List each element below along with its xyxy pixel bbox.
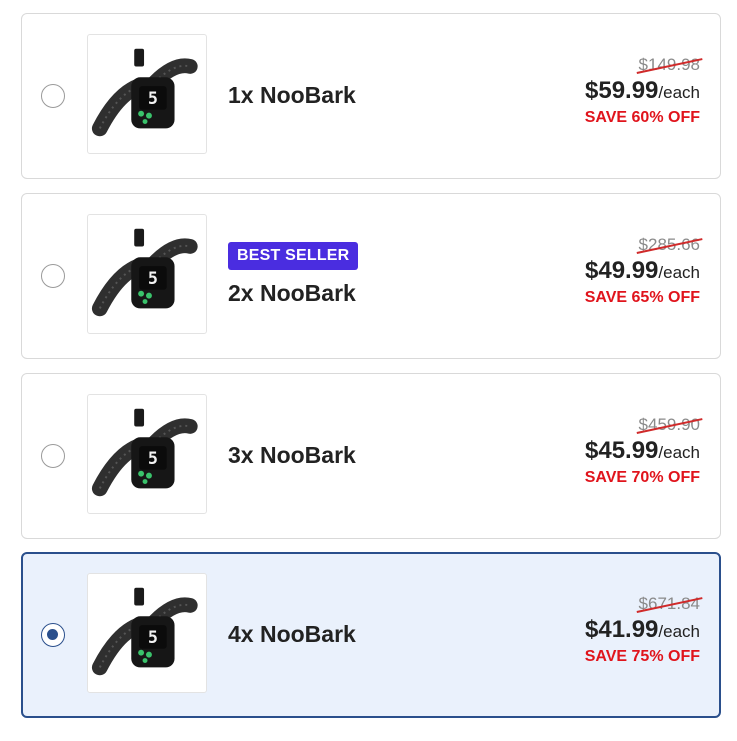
price-unit: /each — [658, 83, 700, 102]
price-unit: /each — [658, 622, 700, 641]
svg-text:5: 5 — [148, 627, 158, 647]
price-block: $149.98 $59.99/each SAVE 60% OFF — [584, 55, 703, 127]
svg-text:5: 5 — [148, 448, 158, 468]
original-price: $671.84 — [636, 594, 703, 614]
sale-price: $49.99 — [585, 257, 659, 284]
bark-collar-icon: 5 — [91, 48, 198, 137]
bark-collar-icon: 5 — [91, 408, 198, 497]
price-block: $459.90 $45.99/each SAVE 70% OFF — [584, 415, 703, 487]
bark-collar-icon: 5 — [91, 228, 198, 317]
price-unit: /each — [658, 443, 700, 462]
savings-label: SAVE 60% OFF — [584, 109, 700, 126]
product-image: 5 — [87, 214, 207, 334]
product-name: 1x NooBark — [228, 82, 356, 108]
bundle-option-2[interactable]: 5 BEST SELLER 2x NooBark $285.66 $49.99/… — [21, 193, 721, 359]
price-unit: /each — [658, 263, 700, 282]
sale-price: $45.99 — [585, 437, 659, 464]
product-name: 3x NooBark — [228, 442, 356, 468]
option-radio[interactable] — [41, 444, 65, 468]
product-image: 5 — [87, 34, 207, 154]
bundle-option-4[interactable]: 5 4x NooBark $671.84 $41.99/each SAVE 75… — [21, 552, 721, 718]
option-radio[interactable] — [41, 264, 65, 288]
sale-price: $59.99 — [585, 77, 659, 104]
savings-label: SAVE 70% OFF — [584, 469, 700, 486]
best-seller-badge: BEST SELLER — [228, 242, 359, 270]
svg-text:5: 5 — [148, 268, 158, 288]
product-name: 2x NooBark — [228, 280, 356, 306]
bundle-option-list: 5 1x NooBark $149.98 $59.99/each SAVE 60… — [0, 0, 737, 741]
product-image: 5 — [87, 394, 207, 514]
original-price: $149.98 — [636, 55, 703, 75]
bundle-option-3[interactable]: 5 3x NooBark $459.90 $45.99/each SAVE 70… — [21, 373, 721, 539]
option-radio-selected[interactable] — [41, 623, 65, 647]
product-image: 5 — [87, 573, 207, 693]
product-name: 4x NooBark — [228, 621, 356, 647]
original-price: $459.90 — [636, 415, 703, 435]
bundle-option-1[interactable]: 5 1x NooBark $149.98 $59.99/each SAVE 60… — [21, 13, 721, 179]
savings-label: SAVE 65% OFF — [584, 289, 700, 306]
svg-text:5: 5 — [148, 88, 158, 108]
sale-price: $41.99 — [585, 616, 659, 643]
original-price: $285.66 — [636, 235, 703, 255]
savings-label: SAVE 75% OFF — [584, 648, 700, 665]
price-block: $671.84 $41.99/each SAVE 75% OFF — [584, 594, 703, 666]
price-block: $285.66 $49.99/each SAVE 65% OFF — [584, 235, 703, 307]
bark-collar-icon: 5 — [91, 587, 198, 676]
option-radio[interactable] — [41, 84, 65, 108]
